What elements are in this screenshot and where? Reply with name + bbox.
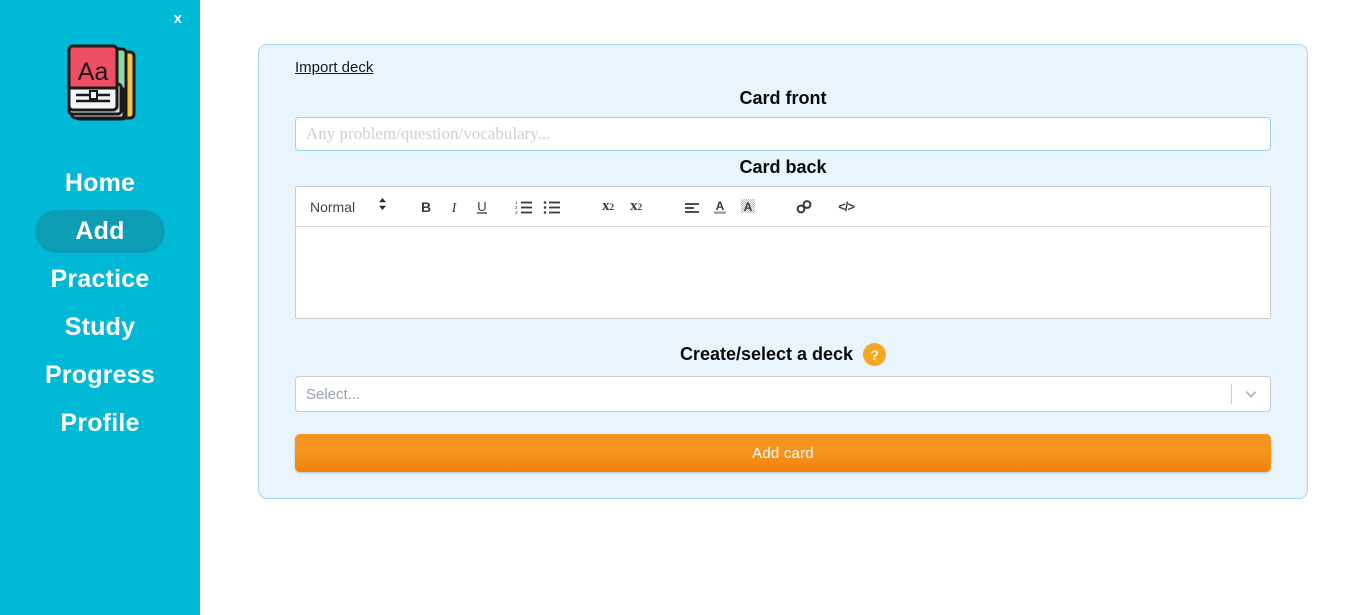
format-picker[interactable]: Normal xyxy=(304,197,396,216)
deck-heading: Create/select a deck xyxy=(679,344,854,364)
close-icon[interactable]: x xyxy=(169,8,187,29)
sidebar-nav: Home Add Practice Study Progress Profile xyxy=(0,162,200,445)
app-root: x Aa Home Add Practice Study Progress Pr… xyxy=(0,0,1364,615)
insert-group: </> xyxy=(790,195,860,219)
superscript-icon[interactable]: x2 xyxy=(594,195,622,219)
sidebar-item-add[interactable]: Add xyxy=(35,210,165,253)
card-front-heading: Card front xyxy=(739,88,827,108)
svg-text:Aa: Aa xyxy=(78,58,109,86)
sidebar: x Aa Home Add Practice Study Progress Pr… xyxy=(0,0,200,615)
sidebar-item-home[interactable]: Home xyxy=(35,162,165,205)
bold-icon[interactable]: B xyxy=(412,195,440,219)
card-back-input[interactable] xyxy=(295,226,1271,319)
card-back-editor: Normal B I U 1 2 3 x 2 x 2 A A </> xyxy=(295,186,1271,319)
align-icon[interactable] xyxy=(678,195,706,219)
link-icon[interactable] xyxy=(790,195,818,219)
deck-heading-row: Create/select a deck ? xyxy=(295,343,1271,366)
import-deck-link[interactable]: Import deck xyxy=(295,59,373,76)
chevron-down-icon[interactable] xyxy=(1232,377,1270,411)
help-icon[interactable]: ? xyxy=(863,343,887,366)
svg-text:3: 3 xyxy=(515,210,518,215)
svg-text:I: I xyxy=(451,201,458,215)
sidebar-item-profile[interactable]: Profile xyxy=(35,402,165,445)
sidebar-item-study[interactable]: Study xyxy=(35,306,165,349)
deck-select[interactable]: Select... xyxy=(295,376,1271,412)
italic-icon[interactable]: I xyxy=(440,195,468,219)
add-card-panel: Import deck Card front Card back Normal xyxy=(258,44,1308,499)
ordered-list-icon[interactable]: 1 2 3 xyxy=(510,195,538,219)
svg-text:B: B xyxy=(421,199,431,215)
editor-toolbar: Normal B I U 1 2 3 x 2 x 2 A A </> xyxy=(295,186,1271,226)
format-picker-label: Normal xyxy=(310,198,356,215)
svg-text:A: A xyxy=(744,200,753,214)
chevron-updown-icon xyxy=(377,197,388,216)
script-group: x2 x2 xyxy=(594,195,650,219)
card-back-heading: Card back xyxy=(739,157,827,177)
subscript-icon[interactable]: x2 xyxy=(622,195,650,219)
color-align-group: A A xyxy=(678,195,762,219)
list-group: 1 2 3 xyxy=(510,195,566,219)
text-color-icon[interactable]: A xyxy=(706,195,734,219)
sidebar-item-practice[interactable]: Practice xyxy=(35,258,165,301)
svg-text:A: A xyxy=(716,199,725,213)
bullet-list-icon[interactable] xyxy=(538,195,566,219)
add-card-button[interactable]: Add card xyxy=(295,434,1271,472)
underline-icon[interactable]: U xyxy=(468,195,496,219)
deck-select-placeholder: Select... xyxy=(306,385,361,403)
code-block-icon[interactable]: </> xyxy=(832,195,860,219)
svg-text:U: U xyxy=(477,199,486,214)
flashcard-stack-logo: Aa xyxy=(67,44,136,121)
background-color-icon[interactable]: A xyxy=(734,195,762,219)
sidebar-item-progress[interactable]: Progress xyxy=(35,354,165,397)
main-content: Import deck Card front Card back Normal xyxy=(200,0,1364,615)
card-front-input[interactable] xyxy=(295,117,1271,151)
text-style-group: B I U xyxy=(412,195,496,219)
